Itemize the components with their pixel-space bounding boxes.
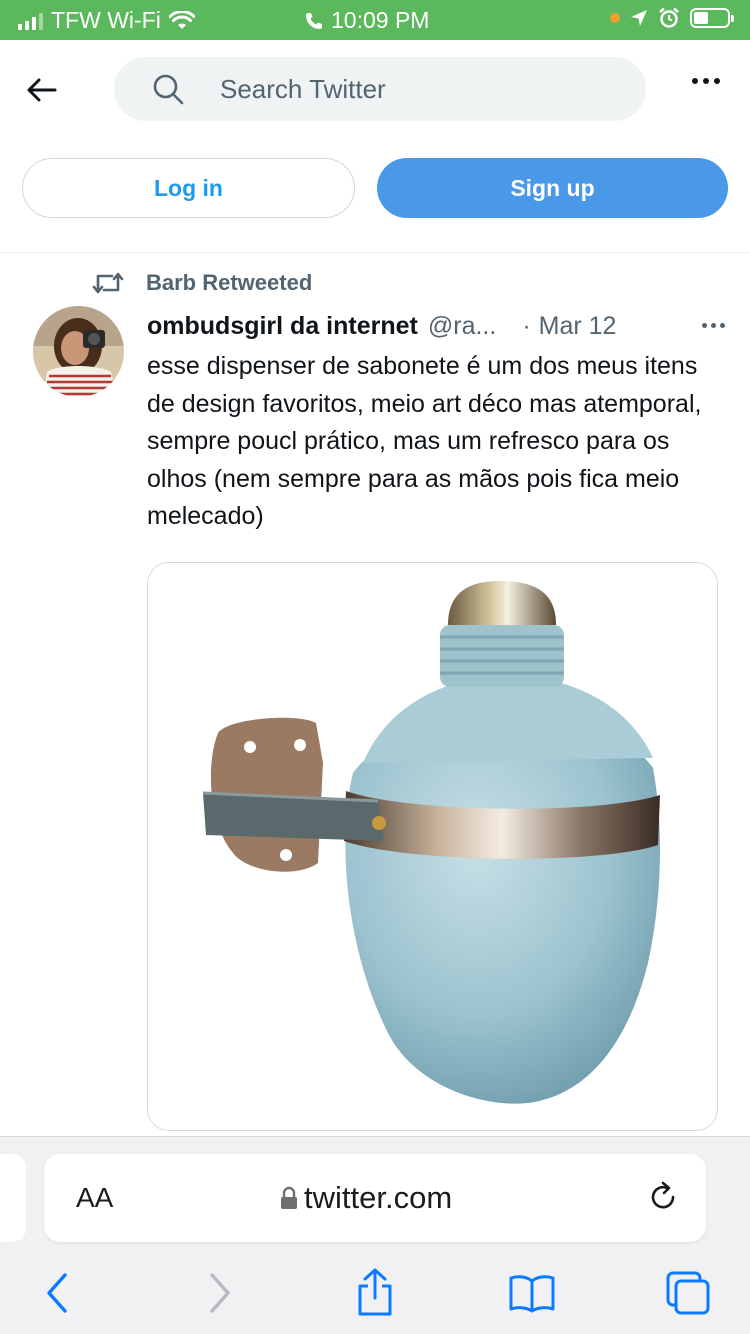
share-icon [358,1268,392,1316]
avatar[interactable] [33,306,124,397]
lock-icon [281,1186,297,1209]
tweet-more-icon[interactable] [702,323,725,328]
alarm-icon [659,7,679,28]
safari-bottom-bar: AA twitter.com [0,1136,750,1334]
tweet-date[interactable]: Mar 12 [539,312,617,341]
reload-icon [651,1181,675,1209]
back-button[interactable] [20,70,64,110]
search-icon [153,74,184,105]
signal-bars-icon [18,12,43,30]
more-icon[interactable] [692,78,720,84]
retweet-label: Barb Retweeted [146,270,313,295]
soap-dispenser-photo [148,563,717,1130]
status-right [610,7,734,29]
bookmarks-icon [509,1275,555,1313]
login-button[interactable]: Log in [22,158,355,218]
forward-icon [210,1273,230,1313]
url-text: twitter.com [304,1180,453,1215]
url-display[interactable]: twitter.com [280,1180,452,1216]
previous-tab-peek[interactable] [0,1154,26,1242]
author-handle[interactable]: @ra... [428,312,496,341]
location-arrow-icon [631,10,647,26]
auth-buttons: Log in Sign up [0,158,750,220]
search-input[interactable] [220,73,600,105]
date-separator: · [522,311,531,340]
share-button[interactable] [351,1268,399,1317]
text-size-label: AA [76,1182,114,1213]
bookmarks-button[interactable] [508,1269,556,1317]
tweet-text: esse dispenser de sabonete é um dos meus… [147,352,702,530]
battery-icon [690,8,734,28]
phone-icon [306,12,322,29]
header [0,40,750,140]
retweet-indicator[interactable]: Barb Retweeted [92,270,312,296]
status-center: 10:09 PM [305,7,429,34]
retweet-icon [92,272,124,294]
carrier-label: TFW Wi-Fi [51,7,161,33]
status-time: 10:09 PM [331,7,430,33]
back-icon [47,1273,67,1313]
signup-button[interactable]: Sign up [377,158,728,218]
divider [0,252,750,253]
tabs-icon [666,1271,710,1315]
author-name[interactable]: ombudsgirl da internet [147,312,418,341]
back-arrow-icon [27,78,57,102]
nav-forward-button[interactable] [196,1269,244,1317]
address-bar[interactable]: AA twitter.com [44,1154,706,1242]
privacy-dot [610,13,620,23]
search-bar[interactable] [114,57,646,121]
tweet-header: ombudsgirl da internet @ra... · Mar 12 [147,308,727,344]
status-bar: TFW Wi-Fi 10:09 PM [0,0,750,40]
text-size-button[interactable]: AA [76,1182,113,1214]
safari-toolbar [0,1259,750,1323]
status-left: TFW Wi-Fi [18,7,195,34]
nav-back-button[interactable] [33,1269,81,1317]
tabs-button[interactable] [664,1269,712,1317]
reload-button[interactable] [646,1180,680,1219]
wifi-icon [168,10,195,29]
tweet-media[interactable] [147,562,718,1131]
